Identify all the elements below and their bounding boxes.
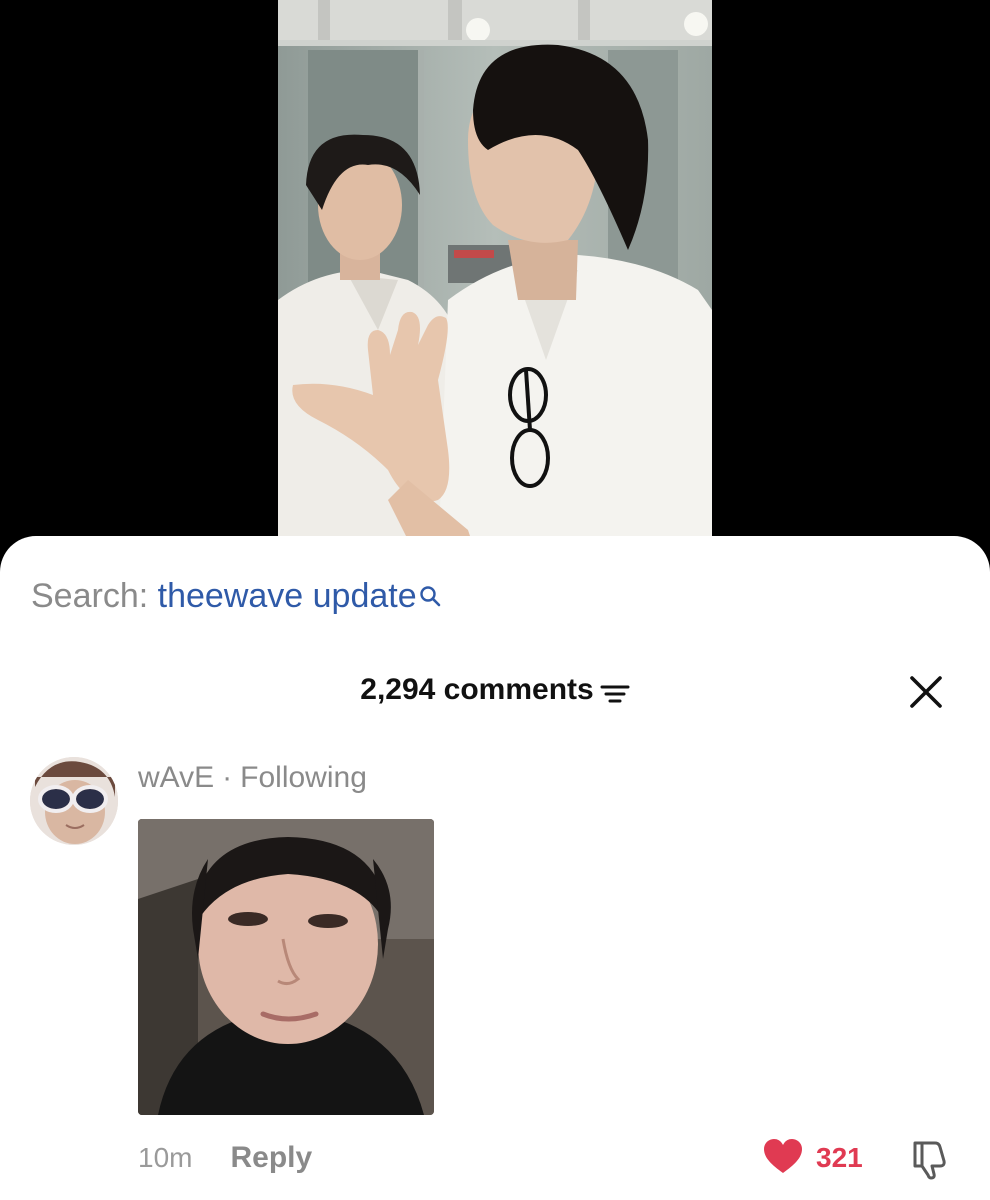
search-prefix: Search: [31,577,149,615]
avatar[interactable] [30,757,118,845]
heart-icon[interactable] [762,1137,804,1180]
video-frame [278,0,712,560]
follow-status: Following [240,761,367,794]
screen: Search: theewave update 2,294 comments w [0,0,990,1200]
meta-separator: · [222,761,233,794]
video-player[interactable] [278,0,712,560]
like-count: 321 [816,1142,863,1173]
comment-username[interactable]: wAvE [138,761,214,794]
search-suggestion[interactable]: Search: theewave update [31,576,443,616]
thumbs-down-icon[interactable] [907,1137,951,1181]
comments-header: 2,294 comments [0,670,990,710]
close-icon[interactable] [906,672,946,712]
comment-image[interactable] [138,819,434,1115]
comment-time: 10m [138,1142,193,1173]
like-button[interactable]: 321 [762,1136,863,1180]
search-icon[interactable] [419,578,443,607]
filter-icon[interactable] [600,677,630,703]
comments-sheet: Search: theewave update 2,294 comments w [0,536,990,1200]
comment-meta: wAvE · Following [138,760,367,796]
search-term[interactable]: theewave update [158,577,417,615]
reply-button[interactable]: Reply [230,1141,312,1174]
comment-footer: 10m Reply [138,1140,312,1176]
comments-count: 2,294 comments [360,673,594,706]
